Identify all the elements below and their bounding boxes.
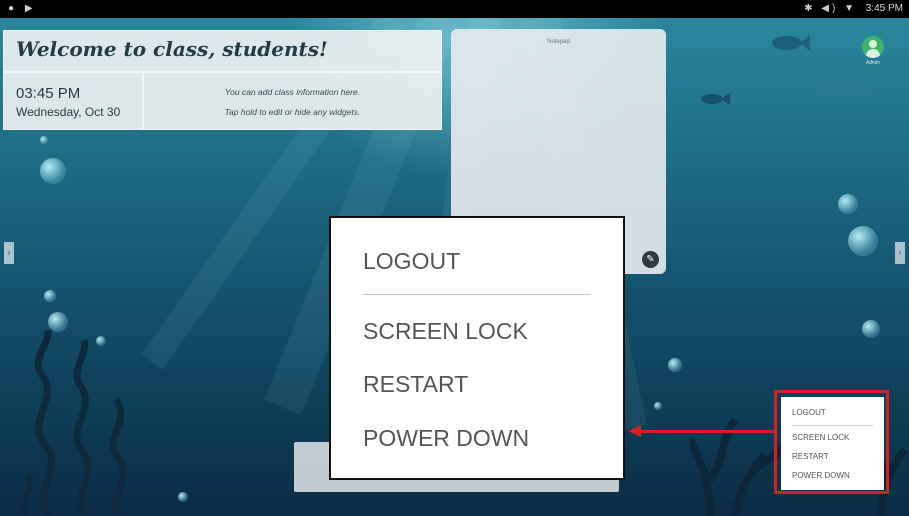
bubble-decoration bbox=[40, 136, 48, 144]
class-info-line: You can add class information here. bbox=[224, 87, 361, 97]
user-avatar-icon[interactable] bbox=[862, 36, 884, 58]
fish-decoration bbox=[772, 35, 810, 51]
seaweed-decoration bbox=[20, 330, 127, 516]
fish-decoration bbox=[701, 93, 730, 105]
screen-lock-option[interactable]: SCREEN LOCK bbox=[363, 318, 528, 345]
bubble-decoration bbox=[44, 290, 56, 302]
fish-decoration bbox=[812, 79, 868, 97]
restart-option[interactable]: RESTART bbox=[363, 371, 468, 398]
bubble-decoration bbox=[838, 194, 858, 214]
annotation-highlight-box bbox=[774, 390, 889, 494]
status-left-icons: ● ▶ bbox=[8, 3, 37, 14]
power-down-option[interactable]: POWER DOWN bbox=[363, 425, 529, 452]
logout-option[interactable]: LOGOUT bbox=[363, 248, 460, 275]
menu-divider bbox=[363, 294, 591, 295]
bubble-decoration bbox=[848, 226, 878, 256]
bubble-decoration bbox=[178, 492, 188, 502]
bubble-decoration bbox=[40, 158, 66, 184]
annotation-arrow-line bbox=[640, 430, 774, 433]
welcome-title: Welcome to class, students! bbox=[16, 37, 328, 61]
status-time: 3:45 PM bbox=[865, 3, 903, 14]
power-menu-dialog: LOGOUT SCREEN LOCK RESTART POWER DOWN bbox=[329, 216, 625, 480]
right-panel-handle[interactable]: ‹ bbox=[895, 242, 905, 264]
clock-time: 03:45 PM bbox=[16, 85, 81, 102]
status-bar: ● ▶ ✱ ◀) ▼ 3:45 PM bbox=[0, 0, 909, 18]
class-info-widget[interactable]: You can add class information here. Tap … bbox=[143, 72, 442, 130]
clock-widget[interactable]: 03:45 PM Wednesday, Oct 30 bbox=[3, 72, 143, 130]
annotation-arrow-head bbox=[628, 425, 641, 437]
status-right-icons: ✱ ◀) ▼ bbox=[804, 3, 857, 14]
pencil-icon[interactable]: ✎ bbox=[642, 251, 659, 268]
left-panel-handle[interactable]: › bbox=[4, 242, 14, 264]
clock-date: Wednesday, Oct 30 bbox=[16, 105, 121, 119]
class-info-line: Tap hold to edit or hide any widgets. bbox=[224, 107, 361, 117]
avatar-body bbox=[866, 49, 880, 58]
desktop-screen: ● ▶ ✱ ◀) ▼ 3:45 PM Welcome to class, stu… bbox=[0, 0, 909, 516]
welcome-widget[interactable]: Welcome to class, students! bbox=[3, 30, 442, 72]
bubble-decoration bbox=[48, 312, 68, 332]
bubble-decoration bbox=[668, 358, 682, 372]
user-label: Admin bbox=[865, 60, 881, 66]
avatar-head bbox=[869, 40, 877, 48]
notepad-title: Notepad bbox=[547, 39, 570, 45]
bubble-decoration bbox=[654, 402, 662, 410]
bubble-decoration bbox=[862, 320, 880, 338]
